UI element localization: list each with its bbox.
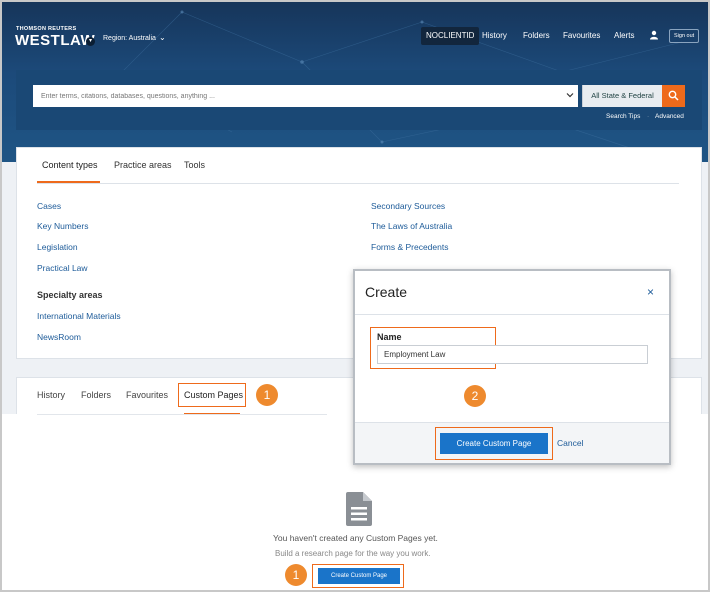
dialog-title: Create: [365, 284, 408, 300]
client-id-button[interactable]: NOCLIENTID: [421, 27, 480, 45]
screenshot-frame: THOMSON REUTERS WESTLAW ▾ Region: Austra…: [0, 0, 710, 592]
callout-step-2: 2: [464, 385, 486, 407]
search-dropdown-chevron-icon[interactable]: [565, 90, 575, 100]
nav-folders[interactable]: Folders: [523, 27, 550, 45]
empty-state-subtitle: Build a research page for the way you wo…: [275, 549, 431, 558]
name-label: Name: [377, 332, 402, 342]
advanced-search-link[interactable]: Advanced: [655, 113, 684, 120]
tab-tools[interactable]: Tools: [184, 160, 205, 170]
link-cases[interactable]: Cases: [37, 201, 61, 211]
callout-step-1-button: 1: [285, 564, 307, 586]
jurisdiction-selector[interactable]: All State & Federal: [582, 85, 662, 107]
tab-folders[interactable]: Folders: [81, 390, 111, 400]
create-custom-page-button[interactable]: Create Custom Page: [318, 568, 400, 584]
tab-custom-pages[interactable]: Custom Pages: [184, 390, 243, 400]
search-input[interactable]: [33, 85, 578, 107]
user-icon[interactable]: [649, 30, 659, 40]
search-button[interactable]: [662, 85, 685, 107]
tab-divider: [37, 183, 679, 184]
link-secondary-sources[interactable]: Secondary Sources: [371, 201, 445, 211]
search-icon: [668, 90, 679, 101]
link-international-materials[interactable]: International Materials: [37, 311, 121, 321]
dialog-divider: [355, 314, 669, 315]
link-newsroom[interactable]: NewsRoom: [37, 332, 81, 342]
link-practical-law[interactable]: Practical Law: [37, 263, 88, 273]
tab-history[interactable]: History: [37, 390, 65, 400]
region-selector[interactable]: Region: Australia: [103, 35, 156, 42]
tab-content-types[interactable]: Content types: [42, 160, 98, 170]
sign-out-button[interactable]: Sign out: [669, 29, 700, 43]
region-chevron-icon[interactable]: ⌄: [159, 33, 166, 42]
dialog-create-button[interactable]: Create Custom Page: [440, 433, 548, 454]
chevron-down-icon[interactable]: ▾: [86, 37, 95, 46]
name-input[interactable]: [377, 345, 648, 364]
link-legislation[interactable]: Legislation: [37, 242, 78, 252]
tab-favourites[interactable]: Favourites: [126, 390, 168, 400]
specialty-areas-heading: Specialty areas: [37, 290, 103, 300]
close-icon[interactable]: ×: [647, 285, 654, 299]
link-key-numbers[interactable]: Key Numbers: [37, 221, 89, 231]
callout-step-1-tab: 1: [256, 384, 278, 406]
nav-history[interactable]: History: [482, 27, 507, 45]
empty-state-title: You haven't created any Custom Pages yet…: [273, 533, 438, 543]
tab-practice-areas[interactable]: Practice areas: [114, 160, 172, 170]
link-laws-of-australia[interactable]: The Laws of Australia: [371, 221, 452, 231]
westlaw-logo[interactable]: WESTLAW: [15, 32, 95, 49]
nav-alerts[interactable]: Alerts: [614, 27, 634, 45]
dialog-cancel-link[interactable]: Cancel: [557, 438, 583, 448]
link-separator: ·: [647, 113, 650, 120]
link-forms-precedents[interactable]: Forms & Precedents: [371, 242, 448, 252]
document-icon: [346, 492, 372, 526]
nav-favourites[interactable]: Favourites: [563, 27, 600, 45]
search-tips-link[interactable]: Search Tips: [606, 113, 640, 120]
tab-divider: [37, 414, 327, 415]
